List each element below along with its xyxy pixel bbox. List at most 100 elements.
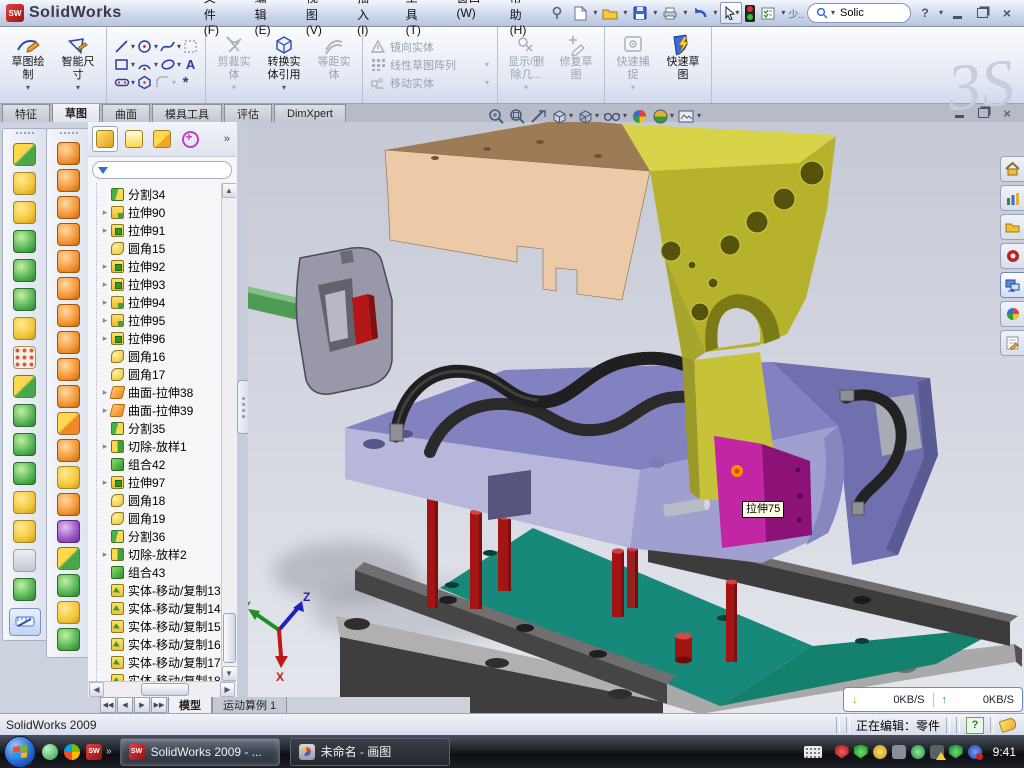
feature-tool-button[interactable] [13,372,37,401]
start-button[interactable] [4,736,36,768]
taskbar-item-solidworks[interactable]: SW SolidWorks 2009 - ... [120,738,280,766]
point-tool-icon[interactable]: * [177,74,194,91]
expand-arrow-icon[interactable] [99,297,111,308]
ribbon-tab[interactable]: 模具工具 [152,104,222,122]
surface-tool-button[interactable] [57,599,81,626]
surface-tool-button[interactable] [57,572,81,599]
tree-item[interactable]: 实体-移动/复制13 [99,581,221,599]
sketch-button[interactable]: 草图绘制 ▾ [4,30,52,100]
graphics-viewport[interactable]: Y Z X 拉伸75 [248,122,1024,713]
feature-tool-button[interactable] [13,169,37,198]
surface-tool-button[interactable] [57,194,81,221]
new-dropdown-icon[interactable]: ▾ [593,9,597,17]
slot-dropdown-icon[interactable]: ▾ [131,79,135,87]
tree-item[interactable]: 拉伸91 [99,221,221,239]
tab-view-palette[interactable] [1000,272,1024,298]
minimize-button[interactable] [946,4,968,22]
menu-item[interactable]: 帮助(H) [496,0,548,41]
media-quicklaunch-icon[interactable] [64,744,80,760]
smart-dimension-button[interactable]: 智能尺寸 ▾ [54,30,102,100]
ellipse-dropdown-icon[interactable]: ▾ [177,61,181,69]
linear-sketch-pattern-button[interactable]: 线性草图阵列 ▾ [371,57,489,73]
tray-icon[interactable] [949,745,963,759]
tree-item[interactable]: 分割35 [99,419,221,437]
top-clamp-plate-part[interactable] [385,122,650,300]
options-list-icon[interactable] [758,4,778,22]
menu-item[interactable]: 视图(V) [292,0,343,41]
tree-item[interactable]: 组合43 [99,563,221,581]
rapid-sketch-button[interactable]: 快速草图 [659,30,707,100]
tree-item[interactable]: 实体-移动/复制14 [99,599,221,617]
ribbon-tab[interactable]: 草图 [52,102,100,122]
section-view-button[interactable] [530,108,547,125]
expand-arrow-icon[interactable] [99,549,111,560]
feature-tool-button[interactable] [13,343,37,372]
menu-item[interactable]: 编辑(E) [241,0,292,41]
tree-item[interactable]: 圆角16 [99,347,221,365]
ribbon-tab[interactable]: 评估 [224,104,272,122]
surface-tool-button[interactable] [57,140,81,167]
tab-appearances[interactable] [1000,301,1024,327]
print-icon[interactable] [660,4,680,22]
repair-sketch-button[interactable]: 修复草图 [552,30,600,100]
view-settings-button[interactable]: ▾ [678,109,701,124]
feature-tool-button[interactable] [13,546,37,575]
tab-home[interactable] [1000,156,1024,182]
edit-appearance-button[interactable] [631,108,648,125]
search-input[interactable] [838,6,888,20]
tree-item[interactable]: 实体-移动/复制16 [99,635,221,653]
tab-dimxpertmanager[interactable] [178,127,202,151]
undo-dropdown-icon[interactable]: ▾ [713,9,717,17]
spline-dropdown-icon[interactable]: ▾ [177,43,181,51]
surface-tool-button[interactable] [57,491,81,518]
tree-vertical-scrollbar[interactable]: ▲ ▼ [221,183,236,681]
surface-tool-button[interactable] [57,356,81,383]
solidworks-quicklaunch-icon[interactable]: SW [86,744,102,760]
feature-tool-button[interactable] [13,430,37,459]
doc-restore-icon[interactable] [974,106,992,120]
hide-show-items-button[interactable]: ▾ [603,109,627,124]
feature-tool-button[interactable] [13,517,37,546]
toolbar-grip[interactable] [16,132,34,138]
move-entities-button[interactable]: 移动实体 ▾ [371,75,489,91]
surface-tool-button[interactable] [57,329,81,356]
display-style-button[interactable]: ▾ [577,108,599,125]
save-dropdown-icon[interactable]: ▾ [653,9,657,17]
tab-design-library[interactable] [1000,214,1024,240]
print-dropdown-icon[interactable]: ▾ [683,9,687,17]
expand-arrow-icon[interactable] [99,261,111,272]
feature-tool-button[interactable] [13,140,37,169]
tray-icon[interactable] [911,745,925,759]
quick-snaps-button[interactable]: 快速捕捉 ▾ [609,30,657,100]
undo-icon[interactable] [690,4,710,22]
feature-tool-button[interactable] [13,198,37,227]
tree-item[interactable]: 拉伸96 [99,329,221,347]
first-tab-icon[interactable]: ◀◀ [100,697,116,713]
tab-configurationmanager[interactable] [150,127,174,151]
feature-tool-button[interactable] [13,488,37,517]
tray-icon[interactable] [968,745,982,759]
taskbar-clock[interactable]: 9:41 [993,745,1016,759]
feature-tool-button[interactable] [13,285,37,314]
expand-arrow-icon[interactable] [99,279,111,290]
tab-featuremanager-tree[interactable] [92,126,118,152]
ribbon-tab[interactable]: 曲面 [102,104,150,122]
tree-item[interactable]: 切除-放样1 [99,437,221,455]
tray-icon[interactable] [930,745,944,759]
tree-item[interactable]: 分割36 [99,527,221,545]
tree-item[interactable]: 拉伸97 [99,473,221,491]
rectangle-dropdown-icon[interactable]: ▾ [131,61,135,69]
surface-tool-button[interactable] [57,410,81,437]
quicklaunch-overflow-icon[interactable]: » [106,746,112,757]
restore-button[interactable] [971,4,993,22]
new-document-icon[interactable] [570,4,590,22]
save-icon[interactable] [630,4,650,22]
ellipse-tool-icon[interactable] [159,56,176,73]
tag-icon[interactable] [999,717,1018,733]
3d-model-view[interactable]: Y Z X [248,122,1024,713]
arc-dropdown-icon[interactable]: ▾ [154,61,158,69]
help-button[interactable]: ? [914,4,936,22]
help-dropdown-icon[interactable]: ▾ [939,9,943,17]
feature-tool-button[interactable] [13,227,37,256]
polygon-tool-icon[interactable] [136,74,153,91]
